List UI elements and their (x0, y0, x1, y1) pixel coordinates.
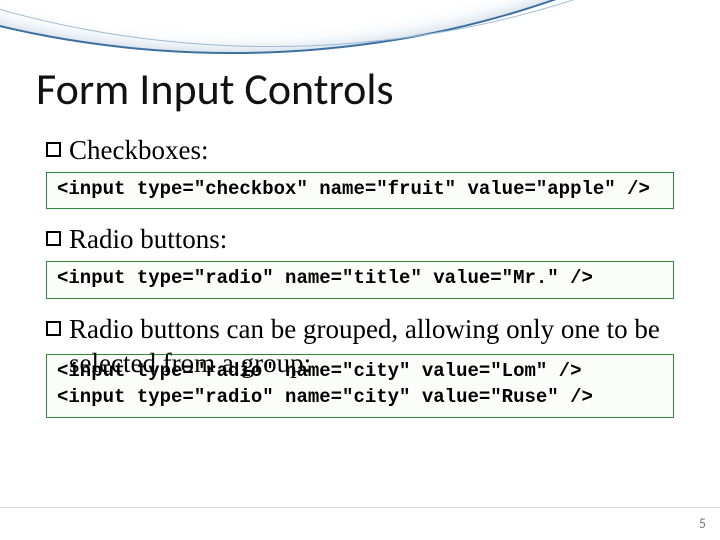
bullet-radio: Radio buttons: (46, 223, 684, 257)
bullet-icon (46, 142, 61, 157)
slide-title: Form Input Controls (36, 62, 684, 116)
bullet-text: Checkboxes: (69, 134, 208, 168)
bullet-text: Radio buttons: (69, 223, 227, 257)
footer-rule (0, 507, 720, 508)
bullet-checkboxes: Checkboxes: (46, 134, 684, 168)
code-radio-single: <input type="radio" name="title" value="… (46, 261, 674, 299)
code-checkbox: <input type="checkbox" name="fruit" valu… (46, 172, 674, 210)
bullet-icon (46, 231, 61, 246)
code-radio-group: <input type="radio" name="city" value="L… (46, 354, 674, 417)
bullet-icon (46, 321, 61, 336)
slide-body: Form Input Controls Checkboxes: <input t… (0, 0, 720, 540)
page-number: 5 (699, 515, 706, 532)
